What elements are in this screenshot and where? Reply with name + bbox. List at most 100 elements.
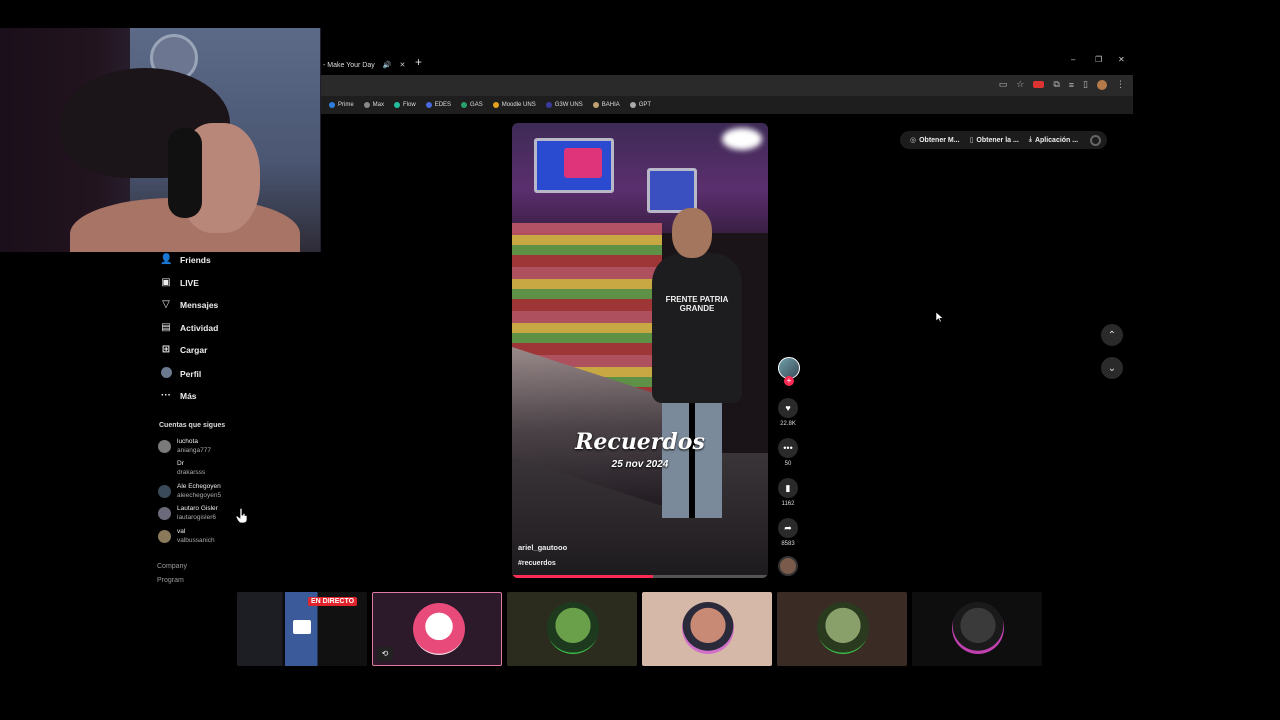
restore-button[interactable]: ❐: [1095, 55, 1102, 64]
participant-tile[interactable]: [642, 592, 772, 666]
video-scene-screen-2: [647, 168, 697, 213]
footer-company-link[interactable]: Company: [157, 563, 187, 570]
video-person-shirt: [652, 253, 742, 403]
participant-tile[interactable]: [507, 592, 637, 666]
top-actions-bar: ◎ Obtener M... ▯ Obtener la ... ⤓ Aplicación …: [900, 131, 1108, 149]
followed-account[interactable]: val valbussanich: [158, 527, 215, 545]
comment-button[interactable]: ••• 50: [777, 438, 799, 467]
follow-plus-icon[interactable]: +: [784, 376, 794, 386]
media-control-icon[interactable]: ≡: [1069, 80, 1074, 90]
chevron-up-icon: ⌃: [1107, 329, 1117, 341]
share-arrow-icon: ➦: [778, 518, 798, 538]
bookmark-label: Prime: [338, 102, 354, 108]
bookmark-item[interactable]: GPT: [629, 102, 651, 108]
close-window-button[interactable]: ✕: [1118, 55, 1125, 64]
participant-avatar: [413, 603, 465, 655]
live-icon: ▣: [161, 277, 171, 288]
bookmark-item[interactable]: G3W UNS: [545, 102, 583, 108]
video-progress-fill: [512, 575, 653, 578]
bookmark-star-icon[interactable]: ☆: [1016, 79, 1024, 90]
bookmarks-bar: Prime Max Flow EDES GAS Moodle UNS G3W UNS BAHI…: [321, 96, 1133, 114]
participant-avatar: [682, 602, 734, 654]
top-action-button[interactable]: ⤓ Aplicación ...: [1025, 136, 1082, 144]
account-handle: valbussanich: [177, 537, 215, 544]
bookmark-label: BAHIA: [601, 102, 620, 108]
account-handle: anianga777: [177, 447, 211, 454]
participant-tile[interactable]: ⟲: [372, 592, 502, 666]
extensions-icon[interactable]: ⧉: [1053, 79, 1059, 90]
like-button[interactable]: ♥ 22.8K: [777, 398, 799, 427]
install-icon[interactable]: ▭: [999, 79, 1008, 90]
like-count: 22.8K: [780, 421, 796, 427]
activity-icon: ▤: [161, 322, 171, 333]
live-badge: EN DIRECTO: [308, 597, 358, 606]
video-person-legs: [662, 398, 722, 518]
followed-account[interactable]: luchota anianga777: [158, 437, 211, 455]
recording-extension-icon[interactable]: [1033, 81, 1045, 88]
top-action-button[interactable]: ▯ Obtener la ...: [966, 136, 1023, 145]
participant-tile[interactable]: [912, 592, 1042, 666]
bookmark-item[interactable]: Prime: [329, 102, 354, 108]
top-action-button[interactable]: ◎ Obtener M...: [906, 136, 964, 145]
loading-ring-icon[interactable]: [1090, 134, 1102, 146]
next-video-button[interactable]: ⌄: [1101, 357, 1123, 379]
top-action-label: Obtener M...: [919, 136, 960, 144]
participant-avatar: [547, 602, 599, 654]
followed-account[interactable]: Lautaro Gisler lautarogisler6: [158, 504, 218, 522]
minimize-button[interactable]: –: [1071, 55, 1075, 64]
comment-icon: •••: [778, 438, 798, 458]
menu-kebab-icon[interactable]: ⋮: [1116, 79, 1125, 90]
video-author[interactable]: ariel_gautooo: [518, 543, 567, 552]
video-hashtag[interactable]: #recuerdos: [518, 560, 556, 567]
video-player[interactable]: FRENTE PATRIA GRANDE Recuerdos 25 nov 20…: [512, 123, 768, 578]
new-tab-button[interactable]: +: [415, 55, 422, 69]
footer-program-link[interactable]: Program: [157, 577, 184, 584]
profile-icon: [160, 367, 172, 378]
participant-tile[interactable]: [777, 592, 907, 666]
sidebar-item-friends[interactable]: 👤 Friends: [160, 254, 211, 265]
followed-account[interactable]: Dr drakarsss: [158, 459, 205, 477]
save-button[interactable]: ▮ 1162: [777, 478, 799, 507]
speaker-icon[interactable]: 🔊: [383, 61, 392, 69]
sidepanel-icon[interactable]: ▯: [1083, 79, 1088, 90]
participant-avatar: [952, 602, 1004, 654]
bookmark-favicon-icon: [492, 102, 499, 108]
browser-tab[interactable]: - Make Your Day 🔊 ✕: [321, 55, 405, 75]
account-name: Lautaro Gisler: [177, 505, 218, 512]
bookmark-favicon-icon: [329, 102, 335, 108]
bookmark-item[interactable]: EDES: [425, 102, 451, 108]
download-icon: ⤓: [1028, 136, 1032, 143]
video-progress-bar[interactable]: [512, 575, 768, 578]
bookmark-icon: ▮: [778, 478, 798, 498]
bookmark-label: Moodle UNS: [501, 102, 536, 108]
webcam-overlay: [0, 28, 321, 252]
bookmark-item[interactable]: Flow: [394, 102, 416, 108]
bookmark-item[interactable]: BAHIA: [592, 102, 620, 108]
bookmark-item[interactable]: Max: [363, 102, 384, 108]
music-disc-icon[interactable]: [778, 556, 798, 576]
bookmark-item[interactable]: Moodle UNS: [492, 102, 536, 108]
profile-avatar-icon[interactable]: [1097, 79, 1107, 90]
sidebar-item-mensajes[interactable]: ▽ Mensajes: [160, 299, 218, 310]
bookmark-favicon-icon: [363, 102, 370, 108]
previous-video-button[interactable]: ⌃: [1101, 324, 1123, 346]
address-bar[interactable]: ▭ ☆ ⧉ ≡ ▯ ⋮: [321, 75, 1133, 96]
account-name: val: [177, 528, 186, 535]
avatar: [158, 461, 171, 475]
sidebar-item-perfil[interactable]: Perfil: [160, 367, 201, 381]
share-button[interactable]: ➦ 8583: [777, 518, 799, 547]
video-overlay-title: Recuerdos: [575, 429, 705, 455]
bookmark-favicon-icon: [425, 102, 432, 108]
video-shirt-text: FRENTE PATRIA GRANDE: [665, 295, 729, 313]
sidebar-item-actividad[interactable]: ▤ Actividad: [160, 322, 218, 333]
bookmark-item[interactable]: GAS: [461, 102, 483, 108]
account-handle: drakarsss: [177, 469, 206, 476]
close-tab-icon[interactable]: ✕: [399, 61, 405, 69]
bookmark-label: GAS: [470, 102, 483, 108]
followed-account[interactable]: Ale Echegoyen aleechegoyen5: [158, 482, 221, 500]
sidebar-item-ms[interactable]: ··· Más: [160, 390, 197, 401]
sidebar-item-live[interactable]: ▣ LIVE: [160, 277, 199, 288]
sidebar-item-cargar[interactable]: ⊞ Cargar: [160, 344, 208, 355]
bookmark-favicon-icon: [629, 102, 636, 108]
screen-share-icon[interactable]: ⟲: [377, 647, 393, 661]
